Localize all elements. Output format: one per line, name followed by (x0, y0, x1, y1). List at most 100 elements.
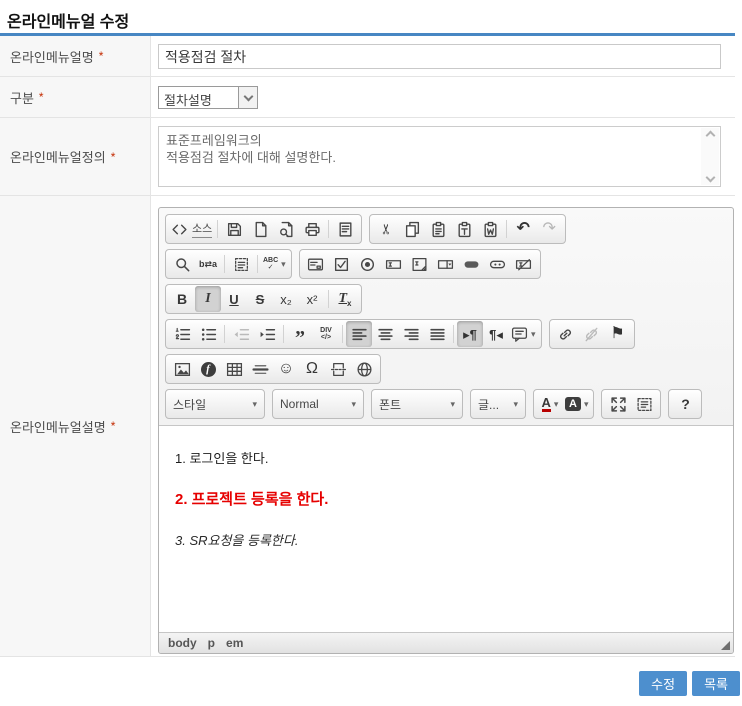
chevron-down-icon (243, 91, 253, 101)
toolbar-row: BIUSx₂x² Tx (165, 284, 727, 314)
element-path-p[interactable]: p (208, 636, 215, 650)
image-button-icon (489, 256, 506, 273)
button-field-button[interactable] (459, 251, 485, 277)
cut-button[interactable]: ✂ (373, 216, 399, 242)
required-asterisk: * (99, 49, 104, 63)
replace-button[interactable]: b⇄a (195, 251, 221, 277)
category-select[interactable]: 절차설명 (158, 86, 258, 109)
link-button[interactable] (553, 321, 579, 347)
align-center-button[interactable] (372, 321, 398, 347)
manual-name-input[interactable] (158, 44, 721, 69)
paste-button[interactable] (425, 216, 451, 242)
checkbox-button[interactable] (329, 251, 355, 277)
bold-button[interactable]: B (169, 286, 195, 312)
text-color-button[interactable]: A▾ (537, 391, 563, 417)
select-field-button[interactable] (433, 251, 459, 277)
show-blocks-button[interactable] (631, 391, 657, 417)
element-path-body[interactable]: body (168, 636, 197, 650)
strike-button[interactable]: S (247, 286, 273, 312)
chevron-down-icon: ▾ (450, 399, 455, 410)
horizontal-rule-button[interactable] (247, 356, 273, 382)
maximize-button[interactable] (605, 391, 631, 417)
background-color-button[interactable]: A▾ (563, 391, 590, 417)
save-button[interactable] (221, 216, 247, 242)
toolbar-group: 글...▾ (470, 389, 526, 419)
table-button[interactable] (221, 356, 247, 382)
edit-button[interactable]: 수정 (639, 671, 687, 696)
page-break-button[interactable] (325, 356, 351, 382)
textarea-button[interactable] (407, 251, 433, 277)
toolbar-separator (506, 220, 507, 238)
blockquote-icon: ” (295, 325, 305, 343)
styles-combo[interactable]: 스타일▾ (165, 389, 265, 419)
paste-word-button[interactable] (477, 216, 503, 242)
special-char-button[interactable]: Ω (299, 356, 325, 382)
form-button[interactable] (303, 251, 329, 277)
textarea-scrollbar[interactable] (701, 128, 719, 185)
select-all-icon (233, 256, 250, 273)
new-page-button[interactable] (247, 216, 273, 242)
page-title: 온라인메뉴얼 수정 (7, 8, 129, 32)
radio-button[interactable] (355, 251, 381, 277)
anchor-button[interactable]: ⚑ (605, 321, 631, 347)
remove-format-button[interactable]: Tx (332, 286, 358, 312)
subscript-button[interactable]: x₂ (273, 286, 299, 312)
scroll-down-icon[interactable] (705, 173, 715, 183)
category-select-button[interactable] (238, 87, 257, 108)
font-combo[interactable]: 폰트 ▾ (371, 389, 463, 419)
find-icon (174, 256, 191, 273)
preview-button[interactable] (273, 216, 299, 242)
bidi-rtl-button[interactable]: ¶◂ (483, 321, 509, 347)
toolbar-group: ? (668, 389, 702, 419)
toolbar-row: 소스✂↶↷ (165, 214, 727, 244)
list-button[interactable]: 목록 (692, 671, 740, 696)
flash-button[interactable]: f (195, 356, 221, 382)
text-field-button[interactable] (381, 251, 407, 277)
description-row: 온라인메뉴얼설명 * 소스✂↶↷b⇄aABC✓▾BIUSx₂x²Tx”DIV</… (0, 196, 735, 657)
definition-textarea[interactable]: 표준프레임워크의 적용점검 절차에 대해 설명한다. (158, 126, 721, 187)
print-button[interactable] (299, 216, 325, 242)
bulleted-list-button[interactable] (195, 321, 221, 347)
hidden-field-button[interactable] (511, 251, 537, 277)
underline-button[interactable]: U (221, 286, 247, 312)
smiley-button[interactable]: ☺ (273, 356, 299, 382)
div-container-button[interactable]: DIV</> (313, 321, 339, 347)
align-justify-button[interactable] (424, 321, 450, 347)
image-button-button[interactable] (485, 251, 511, 277)
definition-label: 온라인메뉴얼정의 (10, 147, 106, 166)
source-button[interactable]: 소스 (169, 216, 214, 242)
format-combo[interactable]: Normal▾ (272, 389, 364, 419)
find-button[interactable] (169, 251, 195, 277)
indent-button[interactable] (254, 321, 280, 347)
paste-text-icon (456, 221, 473, 238)
element-path-em[interactable]: em (226, 636, 243, 650)
paste-text-button[interactable] (451, 216, 477, 242)
italic-button[interactable]: I (195, 286, 221, 312)
superscript-button[interactable]: x² (299, 286, 325, 312)
rich-text-editor: 소스✂↶↷b⇄aABC✓▾BIUSx₂x²Tx”DIV</>▸¶¶◂▾⚑f☺Ω스… (158, 207, 734, 654)
format-combo-label: Normal (280, 397, 319, 411)
blockquote-button[interactable]: ” (287, 321, 313, 347)
scroll-up-icon[interactable] (705, 131, 715, 141)
language-button[interactable]: ▾ (509, 321, 538, 347)
select-all-button[interactable] (228, 251, 254, 277)
page-break-icon (330, 361, 347, 378)
align-right-button[interactable] (398, 321, 424, 347)
editor-content[interactable]: 1. 로그인을 한다. 2. 프로젝트 등록을 한다. 3. SR요청을 등록한… (159, 425, 733, 632)
image-button[interactable] (169, 356, 195, 382)
templates-button[interactable] (332, 216, 358, 242)
font-size-combo[interactable]: 글...▾ (470, 389, 526, 419)
undo-button[interactable]: ↶ (510, 216, 536, 242)
resize-handle[interactable] (721, 641, 730, 650)
description-label-cell: 온라인메뉴얼설명 * (0, 196, 151, 656)
spell-check-button[interactable]: ABC✓▾ (261, 251, 288, 277)
copy-button[interactable] (399, 216, 425, 242)
align-right-icon (403, 326, 420, 343)
align-left-button[interactable] (346, 321, 372, 347)
numbered-list-button[interactable] (169, 321, 195, 347)
iframe-button[interactable] (351, 356, 377, 382)
about-button[interactable]: ? (672, 391, 698, 417)
bidi-ltr-button[interactable]: ▸¶ (457, 321, 483, 347)
toolbar-group: 스타일▾ (165, 389, 265, 419)
font-combo-label: 폰트 (379, 396, 401, 413)
